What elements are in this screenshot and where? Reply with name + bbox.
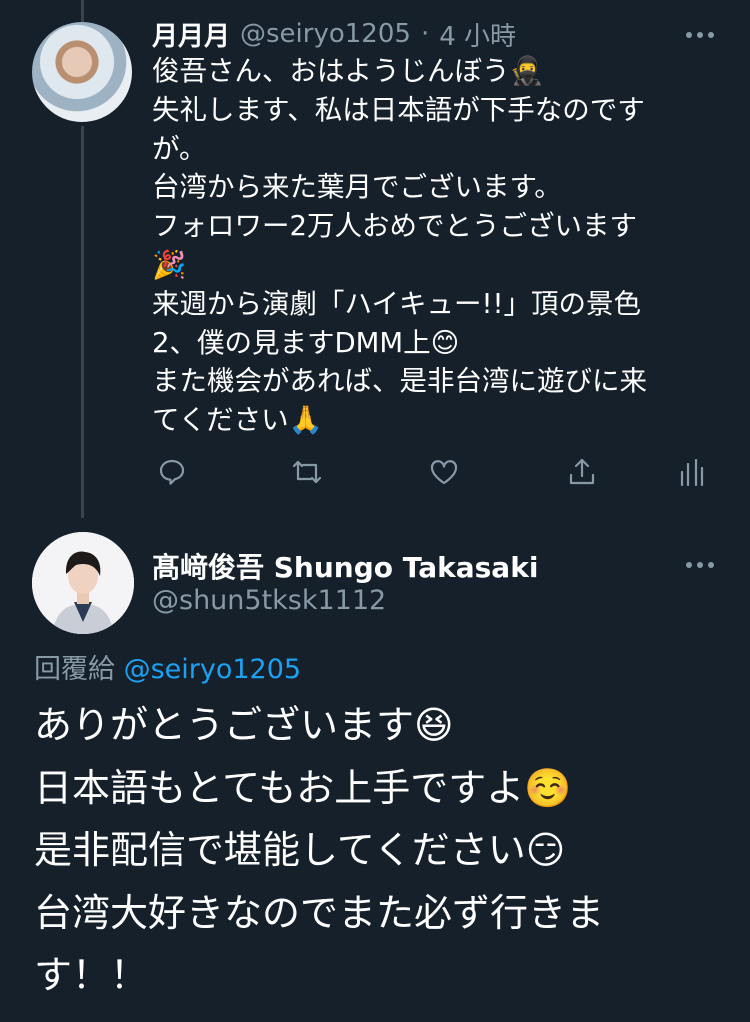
thread-line [81,126,84,518]
tweet-header: 月月月 @seiryo1205 · 4 小時 [152,16,516,52]
reply-text-line: す！！ [34,953,149,997]
display-name[interactable]: 月月月 [152,16,230,53]
tweet-text-line: てください🙏 [152,404,323,437]
analytics-icon[interactable] [672,452,712,492]
reply-text-line: 日本語もとてもお上手ですよ☺️ [34,765,572,810]
more-options-icon[interactable] [686,560,714,570]
reply-display-name[interactable]: 髙﨑俊吾 Shungo Takasaki [152,546,538,586]
retweet-icon[interactable] [287,452,327,492]
replying-to: 回覆給 @seiryo1205 [34,647,301,686]
tweet-text-line: 台湾から来た葉月でございます。 [152,171,562,204]
reply-text: ありがとうございます😆 日本語もとてもお上手ですよ☺️ 是非配信で堪能してくださ… [34,694,714,1007]
thread-line-top [81,0,84,22]
timestamp[interactable]: 4 小時 [439,16,516,53]
more-options-icon[interactable] [686,30,714,40]
reply-icon[interactable] [152,452,192,492]
tweet-text-line: また機会があれば、是非台湾に遊びに来 [152,365,647,398]
handle[interactable]: @seiryo1205 [240,19,411,49]
reply-text-line: 是非配信で堪能してください😏 [34,828,566,872]
reply-handle[interactable]: @shun5tksk1112 [152,585,386,616]
tweet-text-line: が。 [152,132,207,165]
replying-to-label: 回覆給 [34,654,115,685]
tweet-text-line: 来週から演劇「ハイキュー!!」頂の景色 [152,287,641,320]
avatar-photo [32,532,134,634]
tweet-text-line: 2、僕の見ますDMM上😊 [152,326,460,359]
tweet-text-line: 🎉 [152,248,187,281]
replying-to-link[interactable]: @seiryo1205 [124,654,302,685]
like-icon[interactable] [424,452,464,492]
tweet-text-line: 失礼します、私は日本語が下手なのです [152,93,645,126]
reply-text-line: 台湾大好きなのでまた必ず行きま [34,890,605,935]
avatar-seiryo[interactable] [32,22,132,122]
avatar-shungo[interactable] [32,532,134,634]
tweet-actions [152,452,712,492]
reply-text-line: ありがとうございます😆 [34,703,454,747]
separator-dot: · [420,19,430,49]
tweet-text-line: 俊吾さん、おはようじんぼう🥷 [152,55,544,87]
tweet-text: 俊吾さん、おはようじんぼう🥷 失礼します、私は日本語が下手なのです が。 台湾か… [152,52,712,440]
share-icon[interactable] [562,452,602,492]
tweet-text-line: フォロワー2万人おめでとうございます [152,210,637,243]
